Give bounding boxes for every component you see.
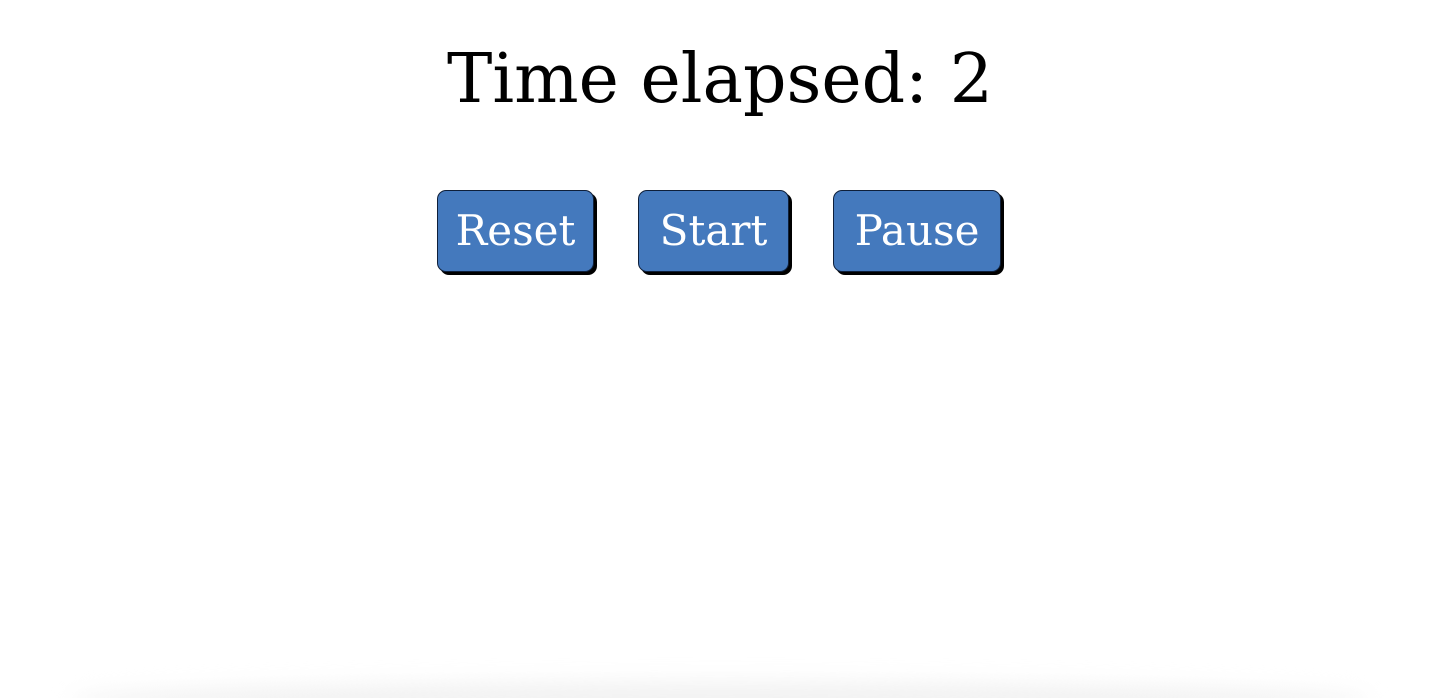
bottom-shadow [70,682,1370,698]
time-elapsed-heading: Time elapsed: 2 [447,40,993,119]
pause-button[interactable]: Pause [833,190,1001,272]
stopwatch-page: Time elapsed: 2 Reset Start Pause [0,0,1440,698]
reset-button[interactable]: Reset [437,190,594,272]
start-button[interactable]: Start [638,190,789,272]
timer-controls: Reset Start Pause [0,190,1440,274]
